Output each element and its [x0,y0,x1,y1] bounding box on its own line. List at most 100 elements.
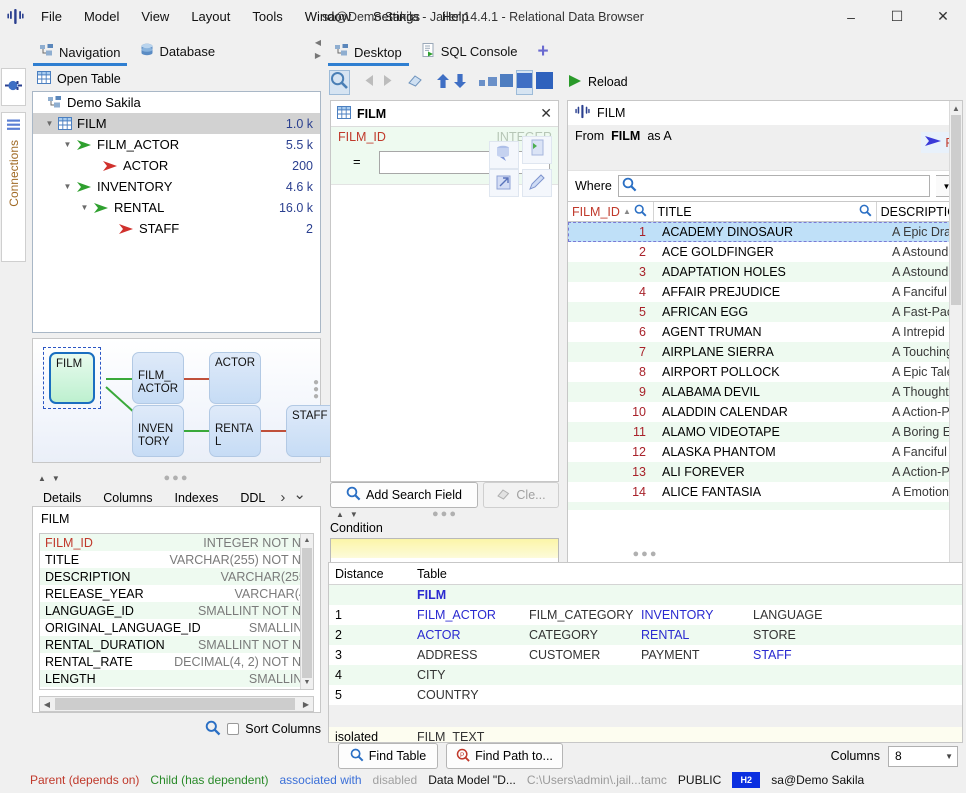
menu-window[interactable]: Window [294,6,362,27]
splitter-down-arrow-icon[interactable]: ▼ [350,510,358,519]
table-row[interactable]: 7 AIRPLANE SIERRA A Touching [568,342,962,362]
result-grid-body[interactable]: 1 ACADEMY DINOSAUR A Epic Dra 2 ACE GOLD… [568,222,962,510]
column-header-title[interactable]: TITLE [654,202,877,221]
table-row[interactable]: 3 ADDRESS CUSTOMER PAYMENT STAFF [329,645,962,665]
table-row[interactable]: 5 AFRICAN EGG A Fast-Pac [568,302,962,322]
status-connection[interactable]: sa@Demo Sakila [771,773,864,787]
maximize-button[interactable]: ☐ [874,0,920,33]
menu-file[interactable]: File [30,6,73,27]
search-button[interactable] [329,69,350,95]
scroll-up-arrow-icon[interactable]: ▲ [301,534,313,547]
cell-table[interactable]: STORE [753,628,865,642]
table-row[interactable]: 2 ACTOR CATEGORY RENTAL STORE [329,625,962,645]
column-row[interactable]: RENTAL_DURATION SMALLINT NOT NU [40,636,313,653]
clear-button[interactable]: Cle... [483,482,559,508]
tab-sql-console[interactable]: SQL Console [412,39,528,66]
cell-table[interactable]: FILM_TEXT [417,730,529,742]
connections-plug-button[interactable] [1,68,26,106]
export-button[interactable] [522,136,552,164]
column-row[interactable]: ORIGINAL_LANGUAGE_ID SMALLINT [40,619,313,636]
cell-table[interactable]: FILM [417,588,529,602]
menu-model[interactable]: Model [73,6,130,27]
connections-panel-button[interactable]: Connections [1,112,26,262]
splitter-up-arrow-icon[interactable]: ▲ [38,474,46,483]
cell-table[interactable]: ADDRESS [417,648,529,662]
menu-tools[interactable]: Tools [241,6,293,27]
cell-table[interactable]: CITY [417,668,529,682]
tree-twisty[interactable]: ▼ [61,182,74,191]
table-row[interactable]: 3 ADAPTATION HOLES A Astound [568,262,962,282]
tree-row-staff[interactable]: STAFF 2 [33,218,320,239]
splitter-grip[interactable]: ●●● [164,472,190,484]
splitter-up-arrow-icon[interactable]: ▲ [336,510,344,519]
table-row[interactable]: FILM [329,585,962,605]
find-path-button[interactable]: P Find Path to... [446,743,563,769]
cell-table[interactable]: COUNTRY [417,688,529,702]
column-row[interactable]: LANGUAGE_ID SMALLINT NOT NU [40,602,313,619]
table-row[interactable]: 1 ACADEMY DINOSAUR A Epic Dra [568,222,962,242]
tree-row-film-actor[interactable]: ▼ FILM_ACTOR 5.5 k [33,134,320,155]
search-icon[interactable] [205,720,221,739]
menu-layout[interactable]: Layout [180,6,241,27]
table-row[interactable]: 2 ACE GOLDFINGER A Astound [568,242,962,262]
table-row[interactable]: 12 ALASKA PHANTOM A Fanciful [568,442,962,462]
closure-table[interactable]: Distance Table FILM 1 FILM_ACTOR FILM_CA… [328,562,963,743]
table-row[interactable]: 14 ALICE FANTASIA A Emotion [568,482,962,502]
schema-diagram[interactable]: FILM FILM_ ACTOR ACTOR INVEN TORY RENTA … [32,338,338,463]
open-table-bar[interactable]: Open Table [27,66,325,91]
table-row[interactable]: 10 ALADDIN CALENDAR A Action-P [568,402,962,422]
tree-row-film[interactable]: ▼ FILM 1.0 k [33,113,320,134]
tree-twisty[interactable]: ▼ [61,140,74,149]
tree-row-demo-sakila[interactable]: Demo Sakila [33,92,320,113]
table-row[interactable]: 13 ALI FOREVER A Action-P [568,462,962,482]
zoom-s-button[interactable] [488,70,497,95]
tree-row-inventory[interactable]: ▼ INVENTORY 4.6 k [33,176,320,197]
add-search-field-button[interactable]: Add Search Field [330,482,478,508]
forward-button[interactable] [380,70,395,95]
cell-table[interactable]: STAFF [753,648,865,662]
cell-table[interactable]: PAYMENT [641,648,753,662]
add-tab-button[interactable]: + [528,41,559,66]
columns-vertical-scrollbar[interactable]: ▲ ▼ [300,534,313,689]
scroll-right-arrow-icon[interactable]: ▶ [299,697,313,711]
tab-desktop[interactable]: Desktop [325,40,412,66]
zoom-l-button[interactable] [516,69,533,95]
close-button[interactable]: ✕ [920,0,966,33]
where-input[interactable] [617,175,930,197]
find-table-button[interactable]: Find Table [338,743,438,769]
grid-vertical-scrollbar[interactable]: ▲ ▼ [949,101,962,594]
cell-table[interactable]: INVENTORY [641,608,753,622]
status-datamodel[interactable]: Data Model "D... [428,773,516,787]
closure-splitter-grip[interactable]: ●●● [633,548,659,560]
zoom-xs-button[interactable] [479,70,485,95]
cell-table[interactable]: CUSTOMER [529,648,641,662]
table-row-isolated[interactable]: isolated FILM_TEXT [329,727,962,742]
menu-settings[interactable]: Settings [362,6,431,27]
minimize-button[interactable]: – [828,0,874,33]
column-row[interactable]: RENTAL_RATE DECIMAL(4, 2) NOT NU [40,653,313,670]
columns-horizontal-scrollbar[interactable]: ◀ ▶ [39,696,314,712]
menu-help[interactable]: Help [431,6,480,27]
close-icon[interactable]: ✕ [540,105,552,122]
move-up-button[interactable] [436,70,450,95]
column-row[interactable]: DESCRIPTION VARCHAR(255) [40,568,313,585]
table-row[interactable]: 4 AFFAIR PREJUDICE A Fanciful [568,282,962,302]
column-row[interactable]: RELEASE_YEAR VARCHAR(4) [40,585,313,602]
scroll-down-arrow-icon[interactable]: ▼ [301,676,313,689]
cell-table[interactable]: FILM_CATEGORY [529,608,641,622]
database-link-button[interactable] [489,141,519,169]
scrollbar-thumb[interactable] [55,698,295,710]
search-field-operator[interactable]: = [353,154,361,169]
table-row[interactable]: 6 AGENT TRUMAN A Intrepid [568,322,962,342]
column-row[interactable]: TITLE VARCHAR(255) NOT NU [40,551,313,568]
table-row[interactable]: 5 COUNTRY [329,685,962,705]
zoom-m-button[interactable] [500,70,513,95]
table-row[interactable]: 1 FILM_ACTOR FILM_CATEGORY INVENTORY LAN… [329,605,962,625]
diagram-node-inventory[interactable]: INVEN TORY [132,405,184,457]
cell-table[interactable]: LANGUAGE [753,608,865,622]
diagram-node-actor[interactable]: ACTOR [209,352,261,404]
diagram-node-film-actor[interactable]: FILM_ ACTOR [132,352,184,404]
scroll-up-arrow-icon[interactable]: ▲ [950,101,962,115]
back-button[interactable] [362,70,377,95]
splitter-down-arrow-icon[interactable]: ▼ [52,474,60,483]
